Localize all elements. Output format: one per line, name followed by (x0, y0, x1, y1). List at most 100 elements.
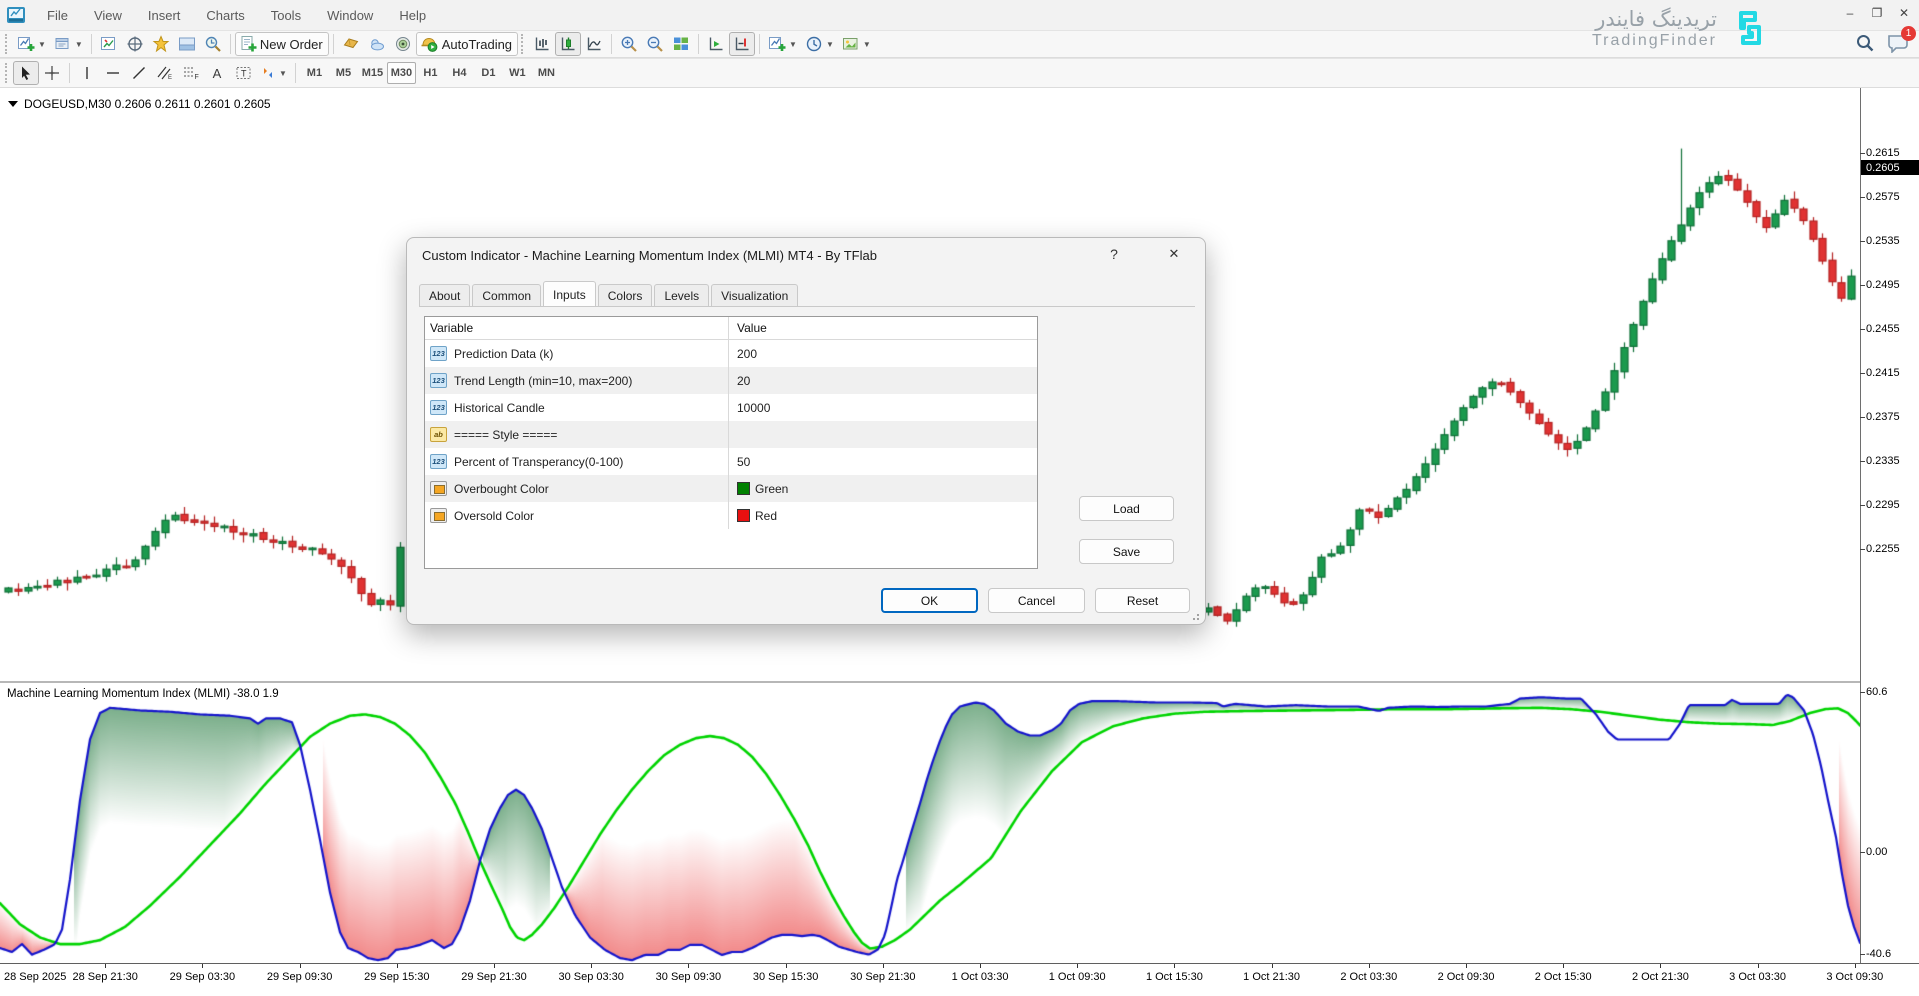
cancel-button[interactable]: Cancel (988, 588, 1085, 613)
table-row[interactable]: 123Historical Candle 10000 (425, 394, 1037, 421)
period-mn-button[interactable]: MN (532, 62, 561, 84)
community-button[interactable] (364, 32, 390, 56)
text-label-button[interactable]: T (230, 61, 256, 85)
tab-visualization[interactable]: Visualization (711, 284, 798, 306)
restore-button[interactable]: ❐ (1868, 4, 1886, 22)
tile-windows-button[interactable] (668, 32, 694, 56)
table-row[interactable]: ab===== Style ===== (425, 421, 1037, 448)
color-swatch[interactable] (737, 482, 750, 495)
period-m5-button[interactable]: M5 (329, 62, 358, 84)
period-m15-button[interactable]: M15 (358, 62, 387, 84)
bar-chart-button[interactable] (529, 32, 555, 56)
time-axis-label: 30 Sep 15:30 (753, 971, 818, 983)
collapse-triangle-icon[interactable] (8, 101, 18, 107)
indicators-button[interactable]: ▼ (764, 32, 801, 56)
symbol-label: DOGEUSD,M30 0.2606 0.2611 0.2601 0.2605 (8, 97, 271, 111)
resize-grip[interactable] (1192, 611, 1201, 620)
period-d1-button[interactable]: D1 (474, 62, 503, 84)
toolbar-grip[interactable] (521, 34, 526, 54)
alerts-button[interactable] (390, 32, 416, 56)
tab-colors[interactable]: Colors (598, 284, 653, 306)
param-value[interactable]: 200 (737, 347, 757, 361)
text-button[interactable]: A (204, 61, 230, 85)
tab-levels[interactable]: Levels (654, 284, 709, 306)
line-chart-button[interactable] (581, 32, 607, 56)
equidistant-channel-button[interactable]: E (152, 61, 178, 85)
time-axis[interactable]: 28 Sep 202528 Sep 21:3029 Sep 03:3029 Se… (0, 963, 1919, 996)
data-window-button[interactable] (122, 32, 148, 56)
menu-window[interactable]: Window (314, 4, 386, 27)
toolbar-grip[interactable] (5, 34, 10, 54)
chat-icon[interactable]: 1 (1887, 33, 1909, 53)
navigator-button[interactable] (148, 32, 174, 56)
close-button[interactable]: ✕ (1895, 4, 1913, 22)
candlestick-chart-button[interactable] (555, 32, 581, 56)
time-tick (1174, 964, 1175, 968)
save-button[interactable]: Save (1079, 539, 1174, 564)
time-tick (1077, 964, 1078, 968)
fibonacci-button[interactable]: F (178, 61, 204, 85)
strategy-tester-button[interactable] (200, 32, 226, 56)
auto-scroll-button[interactable] (703, 32, 729, 56)
trendline-button[interactable] (126, 61, 152, 85)
new-order-button[interactable]: New Order (235, 32, 329, 56)
chart-shift-button[interactable] (729, 32, 755, 56)
indicator-canvas[interactable] (0, 683, 1860, 963)
dialog-help-button[interactable]: ? (1103, 246, 1125, 268)
ok-button[interactable]: OK (881, 588, 978, 613)
terminal-button[interactable] (174, 32, 200, 56)
zoom-in-button[interactable] (616, 32, 642, 56)
search-icon[interactable] (1855, 33, 1875, 53)
profiles-button[interactable]: ▼ (50, 32, 87, 56)
period-h1-button[interactable]: H1 (416, 62, 445, 84)
horizontal-line-button[interactable] (100, 61, 126, 85)
tab-common[interactable]: Common (472, 284, 541, 306)
price-axis-label: 0.2415 (1866, 367, 1900, 379)
arrows-button[interactable]: ▼ (256, 61, 291, 85)
table-header: Variable Value (425, 317, 1037, 340)
crosshair-button[interactable] (39, 61, 65, 85)
tab-about[interactable]: About (419, 284, 470, 306)
color-swatch[interactable] (737, 509, 750, 522)
periods-button[interactable]: ▼ (801, 32, 838, 56)
param-value[interactable]: Green (755, 482, 788, 496)
reset-button[interactable]: Reset (1095, 588, 1190, 613)
table-row[interactable]: Overbought Color Green (425, 475, 1037, 502)
load-button[interactable]: Load (1079, 496, 1174, 521)
menu-file[interactable]: File (34, 4, 81, 27)
minimize-button[interactable]: – (1841, 4, 1859, 22)
period-h4-button[interactable]: H4 (445, 62, 474, 84)
zoom-out-button[interactable] (642, 32, 668, 56)
param-value[interactable]: Red (755, 509, 777, 523)
table-row[interactable]: 123Trend Length (min=10, max=200) 20 (425, 367, 1037, 394)
param-value[interactable]: 10000 (737, 401, 770, 415)
menu-help[interactable]: Help (386, 4, 439, 27)
table-row[interactable]: Oversold Color Red (425, 502, 1037, 529)
toolbar-grip[interactable] (5, 63, 10, 83)
time-tick (1563, 964, 1564, 968)
price-axis[interactable] (1860, 88, 1919, 963)
menu-charts[interactable]: Charts (193, 4, 257, 27)
param-value[interactable]: 50 (737, 455, 750, 469)
period-m1-button[interactable]: M1 (300, 62, 329, 84)
numeric-param-icon: 123 (430, 346, 447, 361)
menu-insert[interactable]: Insert (135, 4, 194, 27)
time-tick (1855, 964, 1856, 968)
tab-inputs[interactable]: Inputs (543, 281, 596, 306)
time-axis-label: 2 Oct 03:30 (1340, 971, 1397, 983)
new-chart-button[interactable]: ▼ (13, 32, 50, 56)
table-row[interactable]: 123Percent of Transperancy(0-100) 50 (425, 448, 1037, 475)
metaeditor-button[interactable] (338, 32, 364, 56)
table-row[interactable]: 123Prediction Data (k) 200 (425, 340, 1037, 367)
templates-button[interactable]: ▼ (838, 32, 875, 56)
vertical-line-button[interactable] (74, 61, 100, 85)
autotrading-button[interactable]: AutoTrading (416, 32, 518, 56)
menu-view[interactable]: View (81, 4, 135, 27)
menu-tools[interactable]: Tools (258, 4, 314, 27)
market-watch-button[interactable] (96, 32, 122, 56)
period-m30-button[interactable]: M30 (387, 62, 416, 84)
param-value[interactable]: 20 (737, 374, 750, 388)
cursor-button[interactable] (13, 61, 39, 85)
period-w1-button[interactable]: W1 (503, 62, 532, 84)
dialog-close-button[interactable]: ✕ (1159, 246, 1189, 268)
